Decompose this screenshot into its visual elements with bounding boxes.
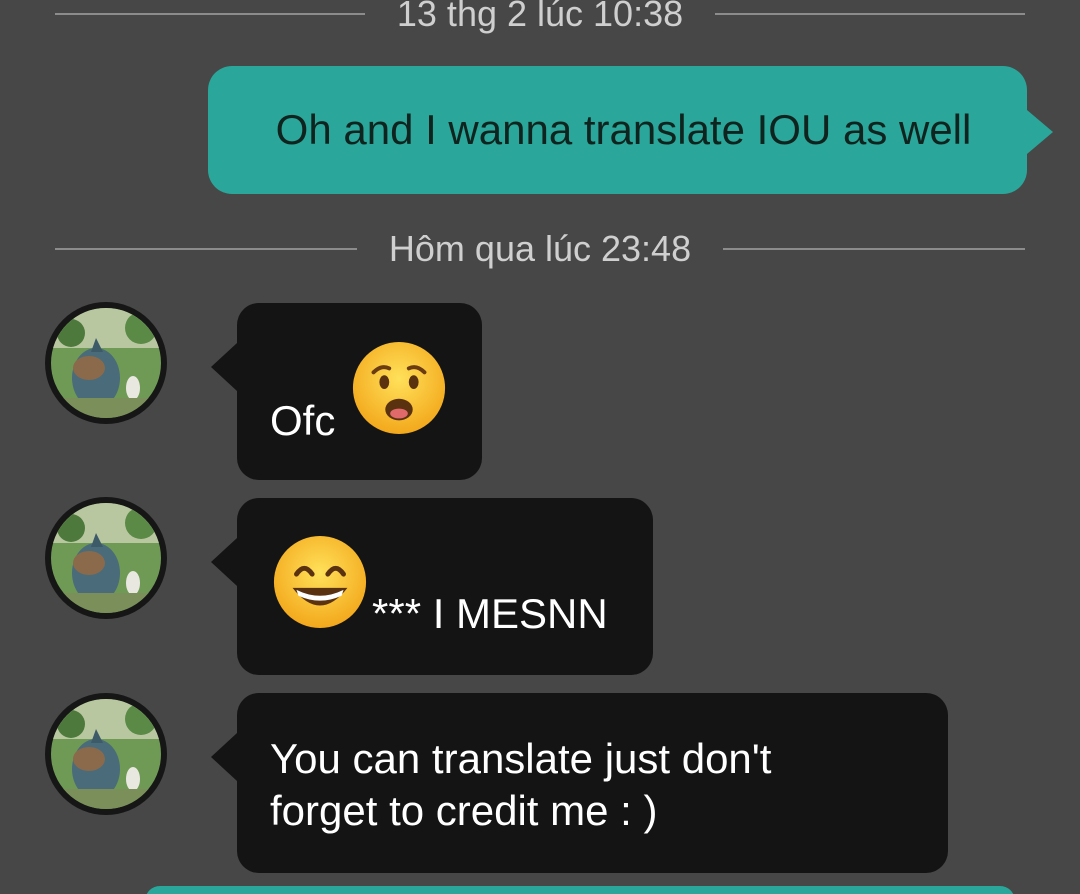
contact-avatar[interactable] (45, 497, 167, 619)
divider-line (55, 13, 365, 15)
divider-line (55, 248, 357, 250)
bubble-tail (1027, 110, 1053, 154)
incoming-message-bubble[interactable]: You can translate just don't forget to c… (211, 693, 948, 873)
message-text: Oh and I wanna translate IOU as well (275, 106, 972, 153)
message-text: Ofc (270, 397, 336, 444)
contact-avatar[interactable] (45, 302, 167, 424)
incoming-message-bubble[interactable]: *** I MESNN (211, 498, 653, 675)
divider-line (723, 248, 1025, 250)
message-line: You can translate just don't (270, 735, 772, 782)
message-text: You can translate just don't forget to c… (270, 733, 910, 837)
date-divider-label: 13 thg 2 lúc 10:38 (396, 0, 684, 34)
divider-line (715, 13, 1026, 15)
message-text: *** I MESNN (372, 590, 608, 637)
bubble-tail (211, 538, 237, 586)
date-divider-label: Hôm qua lúc 23:48 (388, 228, 692, 269)
incoming-message-bubble[interactable]: Ofc (211, 303, 482, 480)
date-divider: Hôm qua lúc 23:48 (55, 228, 1025, 269)
outgoing-message-bubble[interactable]: Oh and I wanna translate IOU as well (208, 66, 1053, 194)
avatar-image (51, 699, 161, 809)
chat-thread[interactable]: 13 thg 2 lúc 10:38 Oh and I wanna transl… (0, 0, 1080, 894)
grinning-face-emoji-icon (273, 535, 367, 629)
bubble-tail (211, 733, 237, 781)
contact-avatar[interactable] (45, 693, 167, 815)
outgoing-message-bubble-partial[interactable] (145, 886, 1015, 894)
date-divider: 13 thg 2 lúc 10:38 (55, 0, 1026, 34)
avatar-image (51, 308, 161, 418)
message-line: forget to credit me : ) (270, 787, 658, 834)
anguished-face-emoji-icon (352, 341, 446, 435)
bubble-tail (211, 343, 237, 391)
avatar-image (51, 503, 161, 613)
